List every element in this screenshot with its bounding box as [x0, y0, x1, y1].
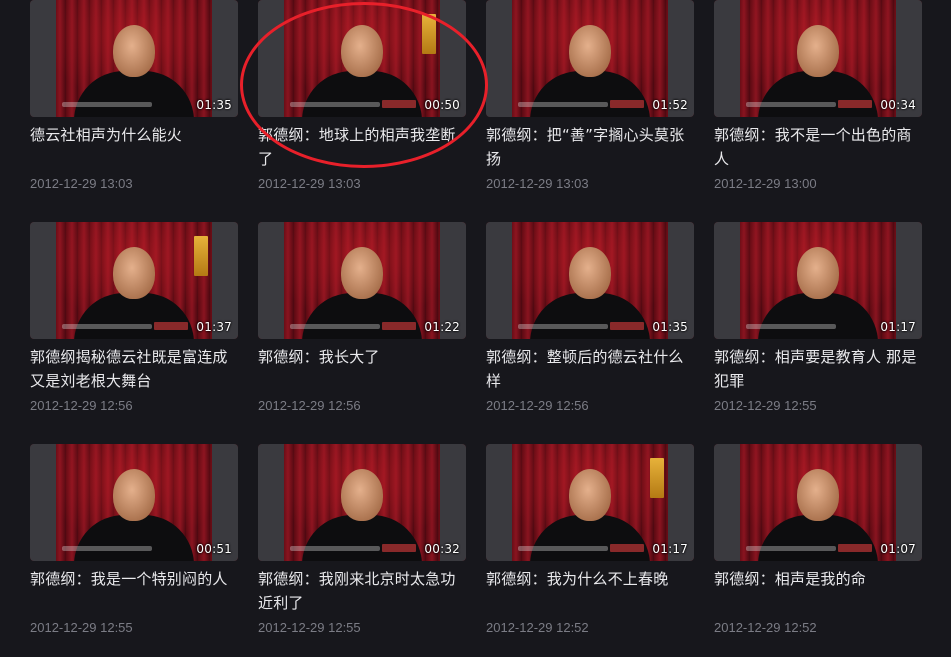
video-date: 2012-12-29 12:56: [258, 398, 361, 413]
channel-logo: [838, 544, 872, 552]
video-list-page: 01:35 德云社相声为什么能火 2012-12-29 13:03 00:50 …: [0, 0, 951, 657]
video-duration: 00:51: [196, 542, 232, 556]
video-duration: 01:35: [652, 320, 688, 334]
video-card[interactable]: 01:35 德云社相声为什么能火 2012-12-29 13:03: [30, 0, 238, 193]
program-banner: [194, 236, 208, 276]
thumbnail-side-bar: [30, 0, 56, 117]
video-card[interactable]: 00:34 郭德纲：我不是一个出色的商人 2012-12-29 13:00: [714, 0, 922, 193]
thumbnail-side-bar: [258, 222, 284, 339]
video-thumbnail[interactable]: 01:37: [30, 222, 238, 339]
video-duration: 01:52: [652, 98, 688, 112]
channel-logo: [154, 322, 188, 330]
video-duration: 00:50: [424, 98, 460, 112]
subtitle-strip: [518, 324, 608, 329]
channel-logo: [610, 100, 644, 108]
video-card[interactable]: 01:22 郭德纲：我长大了 2012-12-29 12:56: [258, 222, 466, 415]
video-thumbnail[interactable]: 00:32: [258, 444, 466, 561]
video-date: 2012-12-29 12:52: [714, 620, 817, 635]
video-date: 2012-12-29 13:00: [714, 176, 817, 191]
video-title-link[interactable]: 郭德纲：相声是我的命: [714, 567, 922, 615]
video-date: 2012-12-29 13:03: [30, 176, 133, 191]
channel-logo: [610, 544, 644, 552]
channel-logo: [610, 322, 644, 330]
subtitle-strip: [746, 324, 836, 329]
subtitle-strip: [62, 546, 152, 551]
video-title-link[interactable]: 郭德纲：我是一个特别闷的人: [30, 567, 238, 615]
subtitle-strip: [746, 546, 836, 551]
subtitle-strip: [290, 546, 380, 551]
thumbnail-side-bar: [714, 444, 740, 561]
video-date: 2012-12-29 12:55: [714, 398, 817, 413]
video-date: 2012-12-29 13:03: [258, 176, 361, 191]
thumbnail-side-bar: [714, 222, 740, 339]
video-thumbnail[interactable]: 00:51: [30, 444, 238, 561]
thumbnail-side-bar: [714, 0, 740, 117]
video-thumbnail[interactable]: 00:34: [714, 0, 922, 117]
video-title-link[interactable]: 郭德纲：我不是一个出色的商人: [714, 123, 922, 171]
thumbnail-side-bar: [30, 444, 56, 561]
video-thumbnail[interactable]: 01:07: [714, 444, 922, 561]
subtitle-strip: [518, 102, 608, 107]
subtitle-strip: [290, 324, 380, 329]
video-thumbnail[interactable]: 01:17: [486, 444, 694, 561]
video-title-link[interactable]: 郭德纲揭秘德云社既是富连成又是刘老根大舞台: [30, 345, 238, 393]
video-card[interactable]: 01:07 郭德纲：相声是我的命 2012-12-29 12:52: [714, 444, 922, 637]
thumbnail-side-bar: [486, 444, 512, 561]
channel-logo: [382, 322, 416, 330]
video-title-link[interactable]: 郭德纲：我刚来北京时太急功近利了: [258, 567, 466, 615]
channel-logo: [382, 100, 416, 108]
video-title-link[interactable]: 郭德纲：相声要是教育人 那是犯罪: [714, 345, 922, 393]
video-duration: 01:35: [196, 98, 232, 112]
video-thumbnail[interactable]: 01:17: [714, 222, 922, 339]
video-title-link[interactable]: 郭德纲：我为什么不上春晚: [486, 567, 694, 615]
video-card[interactable]: 00:51 郭德纲：我是一个特别闷的人 2012-12-29 12:55: [30, 444, 238, 637]
video-card[interactable]: 01:17 郭德纲：相声要是教育人 那是犯罪 2012-12-29 12:55: [714, 222, 922, 415]
video-title-link[interactable]: 郭德纲：我长大了: [258, 345, 466, 393]
video-card[interactable]: 01:35 郭德纲：整顿后的德云社什么样 2012-12-29 12:56: [486, 222, 694, 415]
video-duration: 01:22: [424, 320, 460, 334]
video-duration: 01:37: [196, 320, 232, 334]
video-card[interactable]: 01:52 郭德纲：把“善”字搁心头莫张扬 2012-12-29 13:03: [486, 0, 694, 193]
subtitle-strip: [62, 324, 152, 329]
channel-logo: [382, 544, 416, 552]
video-duration: 00:32: [424, 542, 460, 556]
video-thumbnail[interactable]: 01:35: [30, 0, 238, 117]
video-date: 2012-12-29 12:55: [258, 620, 361, 635]
video-card[interactable]: 00:50 郭德纲：地球上的相声我垄断了 2012-12-29 13:03: [258, 0, 466, 193]
subtitle-strip: [62, 102, 152, 107]
thumbnail-side-bar: [258, 0, 284, 117]
channel-logo: [838, 100, 872, 108]
program-banner: [422, 14, 436, 54]
thumbnail-side-bar: [258, 444, 284, 561]
subtitle-strip: [746, 102, 836, 107]
thumbnail-side-bar: [30, 222, 56, 339]
subtitle-strip: [518, 546, 608, 551]
video-date: 2012-12-29 12:55: [30, 620, 133, 635]
video-thumbnail[interactable]: 00:50: [258, 0, 466, 117]
video-thumbnail[interactable]: 01:52: [486, 0, 694, 117]
video-date: 2012-12-29 12:52: [486, 620, 589, 635]
thumbnail-side-bar: [486, 0, 512, 117]
video-date: 2012-12-29 12:56: [30, 398, 133, 413]
video-title-link[interactable]: 郭德纲：地球上的相声我垄断了: [258, 123, 466, 171]
video-duration: 01:17: [652, 542, 688, 556]
video-card[interactable]: 00:32 郭德纲：我刚来北京时太急功近利了 2012-12-29 12:55: [258, 444, 466, 637]
subtitle-strip: [290, 102, 380, 107]
video-date: 2012-12-29 13:03: [486, 176, 589, 191]
video-thumbnail[interactable]: 01:22: [258, 222, 466, 339]
thumbnail-side-bar: [486, 222, 512, 339]
video-card[interactable]: 01:17 郭德纲：我为什么不上春晚 2012-12-29 12:52: [486, 444, 694, 637]
video-title-link[interactable]: 郭德纲：把“善”字搁心头莫张扬: [486, 123, 694, 171]
video-duration: 01:07: [880, 542, 916, 556]
video-thumbnail[interactable]: 01:35: [486, 222, 694, 339]
video-date: 2012-12-29 12:56: [486, 398, 589, 413]
video-duration: 01:17: [880, 320, 916, 334]
video-title-link[interactable]: 德云社相声为什么能火: [30, 123, 238, 171]
video-duration: 00:34: [880, 98, 916, 112]
video-card[interactable]: 01:37 郭德纲揭秘德云社既是富连成又是刘老根大舞台 2012-12-29 1…: [30, 222, 238, 415]
video-title-link[interactable]: 郭德纲：整顿后的德云社什么样: [486, 345, 694, 393]
program-banner: [650, 458, 664, 498]
